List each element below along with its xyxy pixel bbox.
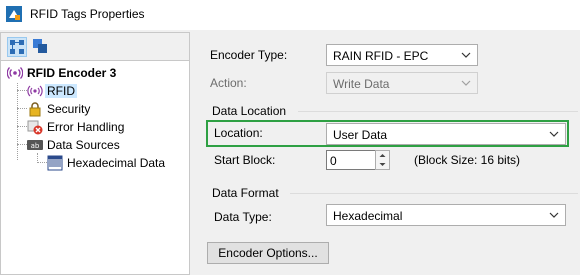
action-value: Write Data: [333, 77, 390, 91]
start-block-value: 0: [330, 154, 337, 168]
start-block-label: Start Block:: [214, 153, 276, 167]
start-block-spinner[interactable]: [375, 150, 390, 170]
tree-view-button[interactable]: [7, 37, 27, 57]
tree-item-label: Data Sources: [47, 138, 120, 152]
lock-icon: [29, 102, 41, 117]
title-bar: RFID Tags Properties: [0, 0, 580, 30]
group-divider: [290, 193, 578, 194]
data-type-value: Hexadecimal: [333, 209, 403, 223]
tree-root-label: RFID Encoder 3: [27, 66, 117, 80]
error-handling-icon: [27, 120, 43, 135]
tree-view-icon: [10, 40, 24, 54]
action-label: Action:: [210, 76, 247, 90]
group-divider: [298, 111, 578, 112]
location-label: Location:: [214, 126, 263, 140]
spin-down-icon[interactable]: [376, 160, 389, 169]
encoder-type-label: Encoder Type:: [210, 48, 288, 62]
start-block-input[interactable]: 0: [326, 150, 376, 170]
location-value: User Data: [333, 128, 388, 142]
data-type-label: Data Type:: [214, 210, 272, 224]
chevron-down-icon: [461, 52, 471, 58]
tree-item-label: Error Handling: [47, 120, 125, 134]
chevron-down-icon: [461, 80, 471, 86]
properties-panel: Encoder Type: RAIN RFID - EPC Action: Wr…: [198, 34, 580, 275]
tree-item-label: RFID: [45, 84, 77, 98]
app-icon: [6, 6, 22, 22]
encoder-type-value: RAIN RFID - EPC: [333, 49, 429, 63]
svg-text:ab: ab: [31, 142, 40, 150]
data-sources-icon: ab: [27, 140, 43, 150]
list-view-button[interactable]: [31, 37, 51, 57]
data-type-select[interactable]: Hexadecimal: [326, 204, 566, 226]
action-select[interactable]: Write Data: [326, 72, 478, 94]
tree-toolbar: [0, 32, 190, 60]
tree-item-label: Security: [47, 102, 91, 116]
location-select[interactable]: User Data: [326, 123, 566, 145]
spin-up-icon[interactable]: [376, 151, 389, 160]
encoder-type-select[interactable]: RAIN RFID - EPC: [326, 44, 478, 66]
hex-data-icon: [47, 155, 63, 171]
list-view-icon: [33, 39, 47, 53]
data-location-group-title: Data Location: [212, 104, 287, 118]
chevron-down-icon: [549, 131, 559, 137]
encoder-options-button[interactable]: Encoder Options...: [207, 242, 329, 264]
data-format-group-title: Data Format: [212, 186, 279, 200]
chevron-down-icon: [549, 212, 559, 218]
tree-item-label: Hexadecimal Data: [67, 156, 166, 170]
property-tree: RFID Encoder 3 RFID Security Error Handl…: [0, 60, 190, 275]
rfid-encoder-icon: [7, 67, 23, 79]
window-title: RFID Tags Properties: [30, 7, 145, 21]
rfid-icon: [27, 85, 43, 97]
block-size-text: (Block Size: 16 bits): [414, 153, 521, 167]
